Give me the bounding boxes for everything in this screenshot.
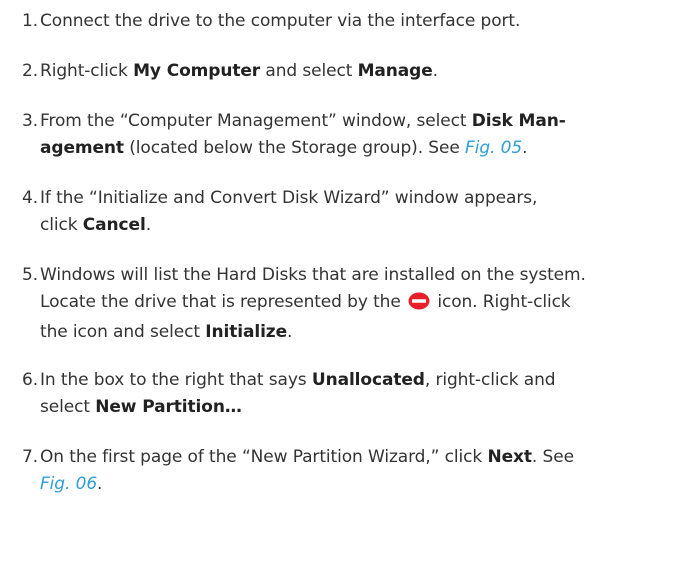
step-number: 6. [22, 370, 39, 390]
manage-term: Manage [357, 61, 433, 81]
step-3: 3. From the “Computer Management” window… [22, 108, 662, 162]
step-5-text-pre: Locate the drive that is represented by … [40, 292, 407, 312]
step-2: 2. Right-click My Computer and select Ma… [22, 58, 662, 85]
step-5: 5. Windows will list the Hard Disks that… [22, 262, 662, 346]
step-4: 4. If the “Initialize and Convert Disk W… [22, 185, 662, 239]
step-number: 7. [22, 447, 39, 467]
step-2-text-pre: Right-click [40, 61, 134, 81]
step-6-text-pre: In the box to the right that says [40, 370, 312, 390]
step-7-text-mid: . See [531, 447, 574, 467]
step-7-text-post: . [97, 474, 103, 494]
my-computer-term: My Computer [133, 61, 261, 81]
step-number: 3. [22, 111, 39, 131]
step-text: Right-click My Computer and select Manag… [40, 58, 662, 85]
step-1-text: Connect the drive to the computer via th… [40, 11, 521, 31]
step-7: 7. On the first page of the “New Partiti… [22, 444, 662, 498]
disk-management-term-part2: agement [40, 138, 124, 158]
step-6: 6. In the box to the right that says Una… [22, 367, 662, 421]
step-text: Connect the drive to the computer via th… [40, 8, 662, 35]
step-text: In the box to the right that says Unallo… [40, 367, 662, 421]
uninitialized-disk-icon [408, 292, 430, 319]
new-partition-term: New Partition… [95, 397, 242, 417]
step-6-text-pre2: select [40, 397, 96, 417]
step-text: From the “Computer Management” window, s… [40, 108, 662, 162]
step-3-text-pre: From the “Computer Management” window, s… [40, 111, 472, 131]
cancel-term: Cancel [82, 215, 146, 235]
figure-reference-link[interactable]: Fig. 06 [40, 474, 97, 494]
step-4-text-pre: If the “Initialize and Convert Disk Wiza… [40, 188, 538, 208]
step-text: Windows will list the Hard Disks that ar… [40, 262, 662, 346]
step-text: If the “Initialize and Convert Disk Wiza… [40, 185, 662, 239]
step-4-text-pre2: click [40, 215, 83, 235]
step-number: 4. [22, 188, 39, 208]
step-3-text-mid: (located below the Storage group). See [123, 138, 466, 158]
step-4-text-post: . [145, 215, 151, 235]
step-2-text-mid: and select [260, 61, 358, 81]
step-5-text-pre2: the icon and select [40, 322, 206, 342]
step-number: 2. [22, 61, 39, 81]
step-5-text-mid: icon. Right-click [432, 292, 571, 312]
next-term: Next [487, 447, 532, 467]
step-3-text-post: . [522, 138, 528, 158]
initialize-term: Initialize [205, 322, 288, 342]
disk-management-term-part1: Disk Man- [471, 111, 566, 131]
step-text: On the first page of the “New Partition … [40, 444, 662, 498]
step-2-text-post: . [432, 61, 438, 81]
step-5-text-post: . [287, 322, 293, 342]
unallocated-term: Unallocated [311, 370, 425, 390]
step-6-text-mid: , right-click and [424, 370, 556, 390]
step-1: 1. Connect the drive to the computer via… [22, 8, 662, 35]
step-5-text-line1: Windows will list the Hard Disks that ar… [40, 265, 586, 285]
step-number: 1. [22, 11, 39, 31]
step-7-text-pre: On the first page of the “New Partition … [40, 447, 488, 467]
figure-reference-link[interactable]: Fig. 05 [465, 138, 522, 158]
step-number: 5. [22, 265, 39, 285]
